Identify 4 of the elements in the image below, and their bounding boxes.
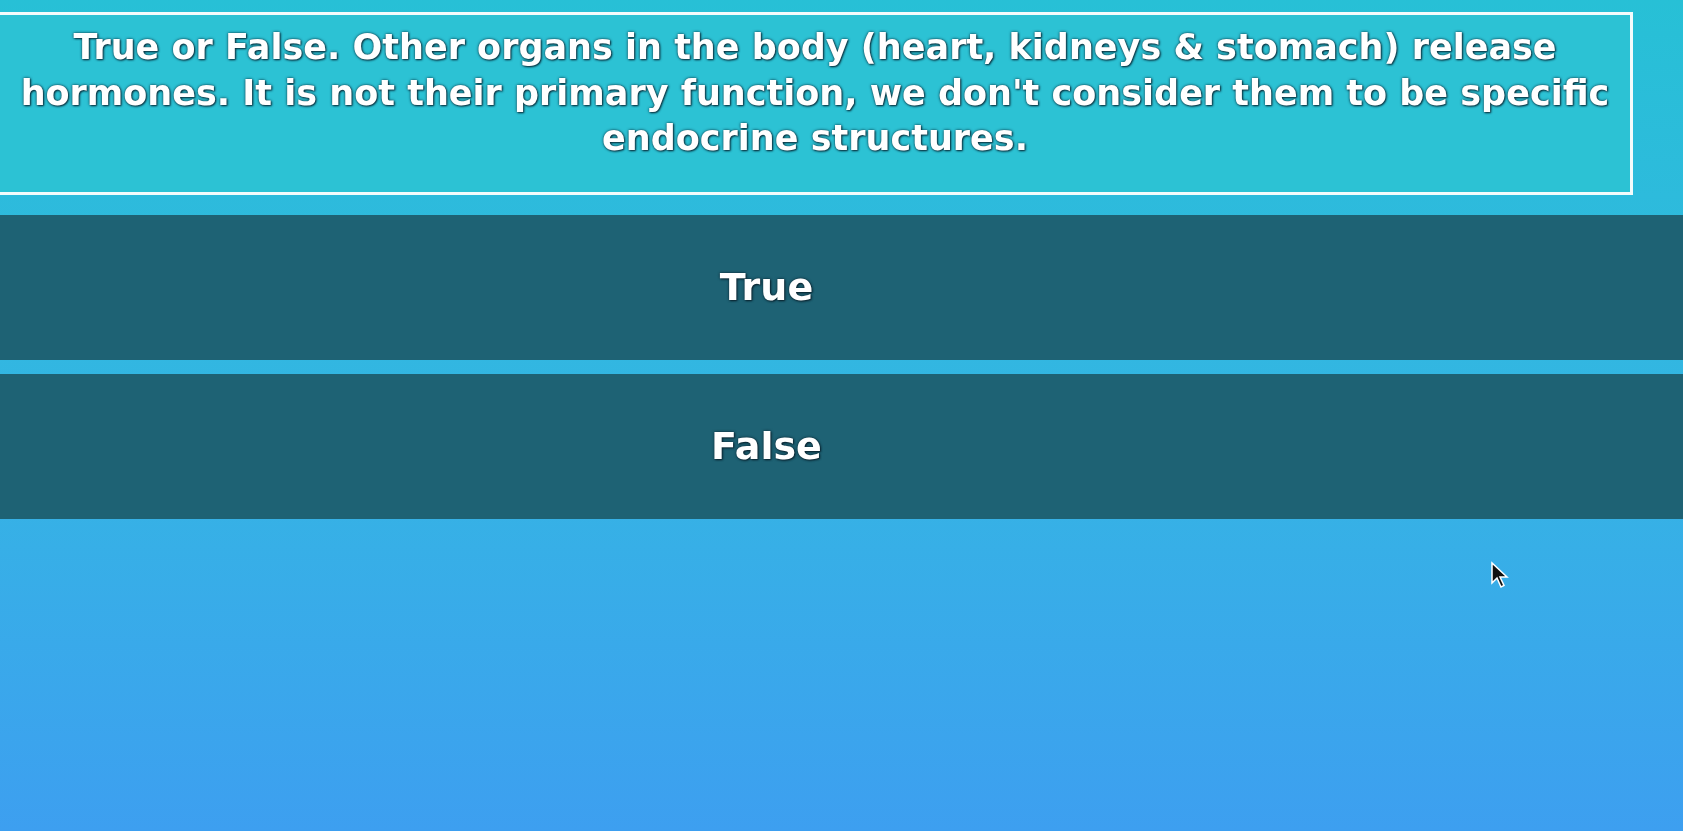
answer-option[interactable]: True	[0, 214, 1683, 360]
mouse-pointer-icon	[1490, 560, 1510, 589]
answer-option[interactable]: False	[0, 373, 1683, 519]
question-text: True or False. Other organs in the body (heart, kidneys & stomach) release hormones. It is not their primary function, we don't consider them to be specific endocrine structures.	[20, 26, 1610, 160]
